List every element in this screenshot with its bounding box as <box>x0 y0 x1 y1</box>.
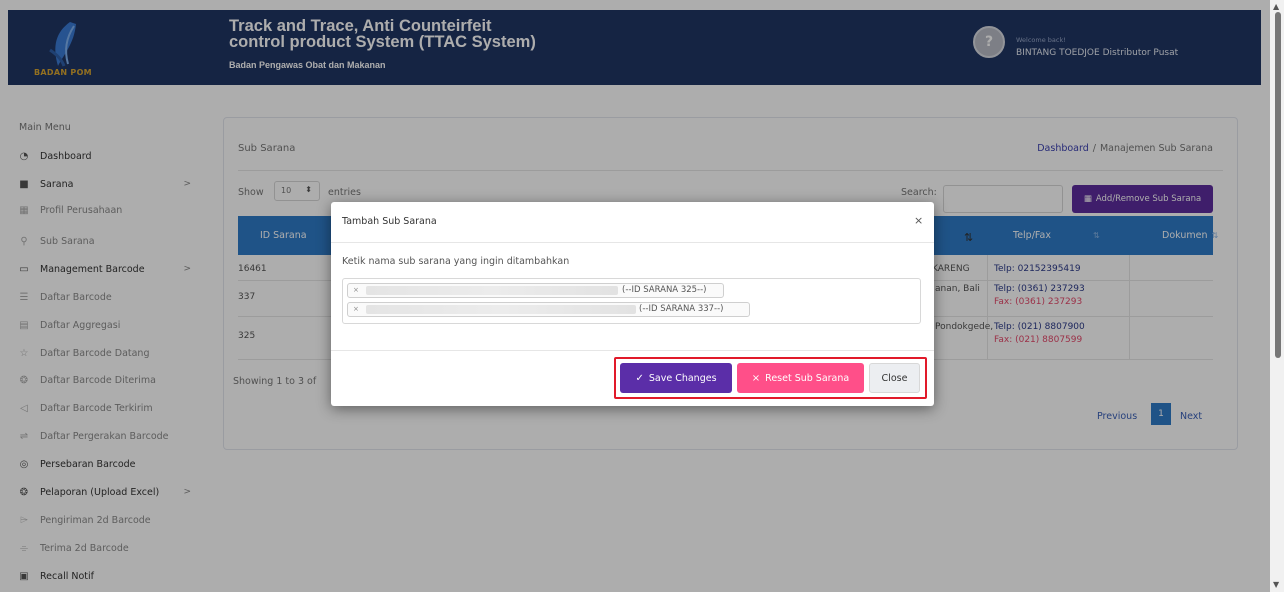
close-button[interactable]: Close <box>869 363 920 393</box>
scroll-up-icon[interactable]: ▲ <box>1273 2 1279 11</box>
redacted-text <box>366 286 618 295</box>
selected-tag: × (--ID SARANA 325--) <box>347 283 724 298</box>
divider <box>331 350 934 351</box>
tag-remove-icon[interactable]: × <box>353 305 359 313</box>
tambah-sub-sarana-modal: Tambah Sub Sarana × Ketik nama sub saran… <box>331 202 934 406</box>
page-scrollbar[interactable]: ▲ ▼ <box>1270 0 1284 592</box>
reset-sub-sarana-button[interactable]: × Reset Sub Sarana <box>737 363 864 393</box>
modal-label: Ketik nama sub sarana yang ingin ditamba… <box>342 256 570 267</box>
check-icon: ✓ <box>635 372 644 384</box>
save-changes-button[interactable]: ✓ Save Changes <box>620 363 732 393</box>
tag-remove-icon[interactable]: × <box>353 286 359 294</box>
close-icon[interactable]: × <box>914 214 923 227</box>
redacted-text <box>366 305 636 314</box>
scroll-down-icon[interactable]: ▼ <box>1273 580 1279 589</box>
sub-sarana-tag-input[interactable]: × (--ID SARANA 325--) × (--ID SARANA 337… <box>342 278 921 324</box>
close-icon: × <box>751 372 761 384</box>
divider <box>331 242 934 243</box>
scroll-thumb[interactable] <box>1275 12 1281 358</box>
selected-tag: × (--ID SARANA 337--) <box>347 302 750 317</box>
modal-title: Tambah Sub Sarana <box>342 216 437 227</box>
